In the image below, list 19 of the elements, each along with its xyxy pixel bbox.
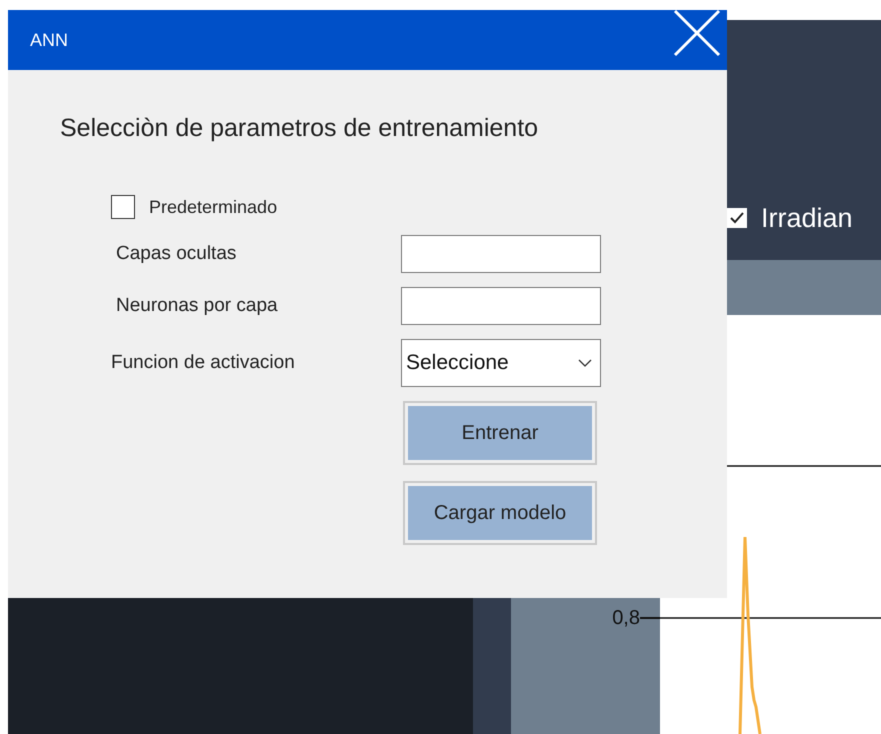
action-button[interactable]: Entrenar — [403, 401, 597, 465]
checkmark-icon — [730, 212, 744, 224]
checkbox-label: Predeterminado — [149, 196, 278, 218]
field-label: Neuronas por capa — [115, 295, 279, 317]
action-button[interactable]: Cargar modelo — [403, 481, 597, 545]
axis-tick-label: 0,8 — [612, 606, 640, 631]
input-field[interactable] — [401, 287, 601, 325]
close-button[interactable] — [673, 9, 721, 57]
close-icon — [673, 9, 721, 57]
window-title: ANN — [30, 30, 68, 50]
chevron-down-icon — [578, 359, 592, 367]
checkbox[interactable] — [111, 195, 135, 219]
section-heading: Selecciòn de parametros de entrenamiento — [60, 114, 540, 143]
axis-tick-mark — [640, 617, 660, 619]
field-label: Funcion de activacion — [111, 352, 296, 374]
dropdown[interactable]: Seleccione — [401, 339, 601, 387]
field-label: Capas ocultas — [115, 243, 238, 265]
legend-label: Irradian — [761, 203, 853, 234]
input-field[interactable] — [401, 235, 601, 273]
